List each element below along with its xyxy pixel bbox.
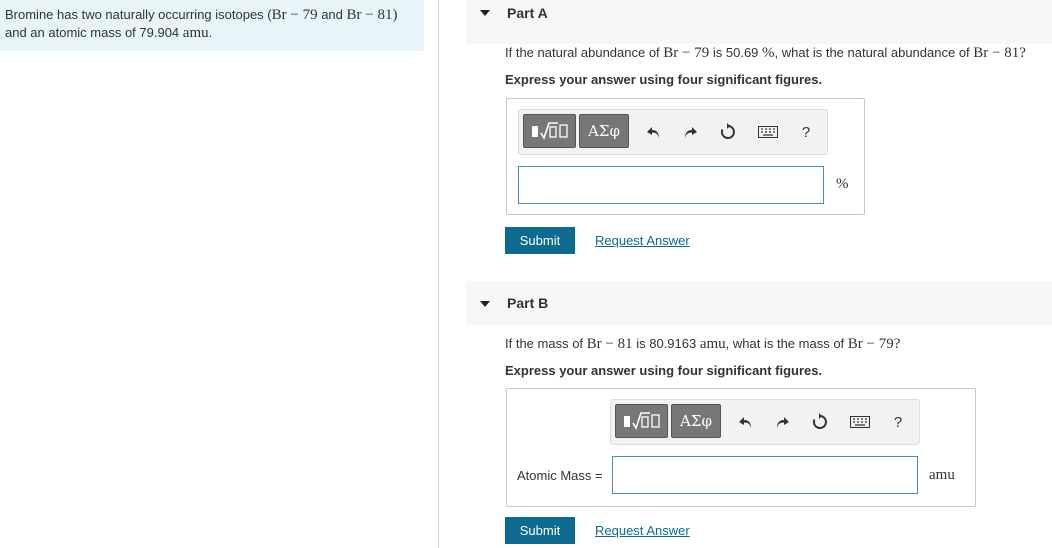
- part-b-question: If the mass of Br − 81 is 80.9163 amu, w…: [505, 336, 900, 353]
- part-a-header[interactable]: Part A: [466, 0, 1052, 44]
- reset-icon[interactable]: [718, 122, 738, 142]
- intro-text: Bromine has two naturally occurring isot…: [5, 7, 272, 22]
- part-b-submit-button[interactable]: Submit: [505, 517, 575, 544]
- templates-button[interactable]: [523, 114, 576, 148]
- part-b-request-answer-link[interactable]: Request Answer: [595, 523, 690, 538]
- redo-icon[interactable]: [772, 412, 792, 432]
- keyboard-icon[interactable]: [756, 122, 780, 142]
- help-icon[interactable]: ?: [796, 122, 816, 142]
- question-text: is 50.69: [709, 45, 763, 60]
- part-a-request-answer-link[interactable]: Request Answer: [595, 233, 690, 248]
- isotope-br81: Br − 81: [346, 7, 393, 23]
- part-a-title: Part A: [507, 5, 548, 21]
- intro-text: and: [317, 7, 347, 22]
- toolbar-button-group: ΑΣφ: [523, 114, 632, 150]
- isotope-br79: Br − 79: [847, 336, 894, 352]
- problem-intro: Bromine has two naturally occurring isot…: [0, 0, 424, 51]
- part-a-submit-button[interactable]: Submit: [505, 227, 575, 254]
- part-a-answer-input[interactable]: [518, 166, 824, 204]
- atomic-mass-label: Atomic Mass =: [517, 468, 603, 483]
- part-a-unit: %: [836, 176, 849, 192]
- isotope-br81: Br − 81: [973, 45, 1020, 61]
- unit-amu: amu: [699, 336, 726, 352]
- percent-symbol: %: [762, 45, 775, 61]
- greek-symbols-button[interactable]: ΑΣφ: [671, 404, 721, 438]
- greek-symbols-button[interactable]: ΑΣφ: [579, 114, 629, 148]
- part-b-math-toolbar: ΑΣφ ?: [610, 399, 920, 445]
- question-text: ?: [1019, 45, 1026, 61]
- part-b-header[interactable]: Part B: [466, 281, 1052, 325]
- help-icon[interactable]: ?: [888, 412, 908, 432]
- part-a-math-toolbar: ΑΣφ ?: [518, 109, 828, 155]
- question-text: , what is the mass of: [725, 336, 848, 351]
- templates-icon: [623, 412, 660, 430]
- intro-text: .: [208, 25, 213, 40]
- undo-icon[interactable]: [644, 122, 664, 142]
- keyboard-icon[interactable]: [848, 412, 872, 432]
- unit-amu: amu: [182, 25, 209, 41]
- collapse-caret-icon[interactable]: [480, 301, 490, 307]
- reset-icon[interactable]: [810, 412, 830, 432]
- part-b-title: Part B: [507, 295, 549, 311]
- intro-text: and an atomic mass of 79.904: [5, 25, 183, 40]
- question-text: If the natural abundance of: [505, 45, 664, 60]
- question-text: If the mass of: [505, 336, 587, 351]
- collapse-caret-icon[interactable]: [480, 10, 490, 16]
- intro-text: ): [392, 7, 398, 23]
- undo-icon[interactable]: [736, 412, 756, 432]
- isotope-br81: Br − 81: [586, 336, 633, 352]
- panel-divider: [438, 0, 439, 548]
- templates-button[interactable]: [615, 404, 668, 438]
- toolbar-button-group: ΑΣφ: [615, 404, 724, 440]
- part-b-unit: amu: [929, 467, 955, 483]
- question-text: , what is the natural abundance of: [774, 45, 974, 60]
- part-a-question: If the natural abundance of Br − 79 is 5…: [505, 45, 1026, 62]
- part-b-answer-input[interactable]: [612, 456, 918, 494]
- part-a-answer-box: ΑΣφ ? %: [506, 98, 865, 215]
- question-text: ?: [893, 336, 901, 352]
- templates-icon: [531, 122, 568, 140]
- part-a-instruction: Express your answer using four significa…: [505, 72, 823, 87]
- isotope-br79: Br − 79: [271, 7, 318, 23]
- part-b-instruction: Express your answer using four significa…: [505, 363, 823, 378]
- part-b-answer-box: ΑΣφ ? Atomic Mass = amu: [506, 388, 976, 507]
- isotope-br79: Br − 79: [663, 45, 710, 61]
- question-text: is 80.9163: [632, 336, 700, 351]
- redo-icon[interactable]: [680, 122, 700, 142]
